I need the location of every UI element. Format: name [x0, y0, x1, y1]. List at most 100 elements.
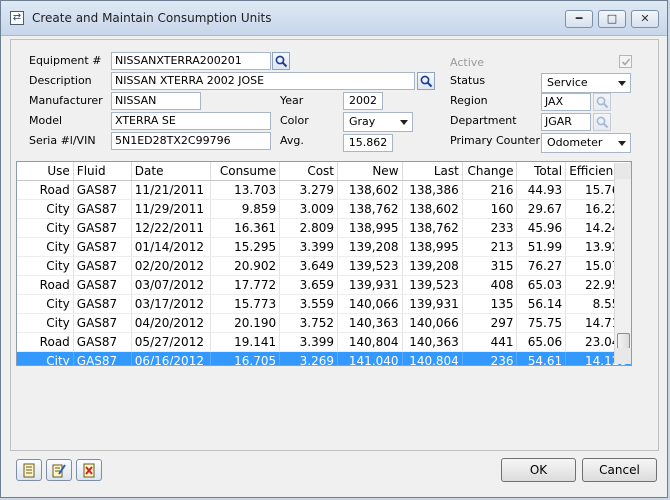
cell-consume[interactable]: 17.772: [210, 275, 281, 295]
year-field[interactable]: 2002: [343, 92, 383, 110]
status-dropdown[interactable]: Service: [541, 73, 631, 93]
cell-new[interactable]: 140,363: [337, 313, 403, 333]
column-header-date[interactable]: Date: [131, 162, 212, 181]
cell-total[interactable]: 76.27: [516, 256, 567, 276]
cell-change[interactable]: 160: [462, 199, 518, 219]
table-row[interactable]: City GAS87 12/22/2011 16.361 2.809 138,995 138…: [17, 218, 631, 238]
cell-fluid[interactable]: GAS87: [73, 275, 132, 295]
column-header-last[interactable]: Last: [402, 162, 463, 181]
cell-last[interactable]: 138,602: [402, 199, 463, 219]
cell-change[interactable]: 236: [462, 351, 518, 365]
color-dropdown[interactable]: Gray: [343, 112, 413, 132]
cell-consume[interactable]: 16.705: [210, 351, 281, 365]
cell-cost[interactable]: 3.649: [279, 256, 338, 276]
cell-change[interactable]: 315: [462, 256, 518, 276]
cell-date[interactable]: 01/14/2012: [131, 237, 212, 257]
cell-fluid[interactable]: GAS87: [73, 351, 132, 365]
column-header-new[interactable]: New: [337, 162, 403, 181]
cell-consume[interactable]: 20.190: [210, 313, 281, 333]
cell-cost[interactable]: 3.659: [279, 275, 338, 295]
minimize-button[interactable]: ━: [565, 10, 593, 28]
consumption-grid[interactable]: Use Fluid Date Consume Cost New Last Cha…: [16, 161, 632, 366]
cell-cost[interactable]: 2.809: [279, 218, 338, 238]
edit-notes-button[interactable]: [46, 459, 72, 481]
cell-fluid[interactable]: GAS87: [73, 180, 132, 200]
department-field[interactable]: JGAR: [541, 113, 591, 131]
cell-new[interactable]: 140,804: [337, 332, 403, 352]
cell-last[interactable]: 140,066: [402, 313, 463, 333]
cell-date[interactable]: 06/16/2012: [131, 351, 212, 365]
cell-total[interactable]: 29.67: [516, 199, 567, 219]
scroll-down-button[interactable]: [615, 348, 631, 364]
cell-consume[interactable]: 19.141: [210, 332, 281, 352]
cell-last[interactable]: 140,804: [402, 351, 463, 365]
cell-cost[interactable]: 3.559: [279, 294, 338, 314]
cell-fluid[interactable]: GAS87: [73, 256, 132, 276]
cell-last[interactable]: 140,363: [402, 332, 463, 352]
maximize-button[interactable]: □: [598, 10, 626, 28]
cell-consume[interactable]: 16.361: [210, 218, 281, 238]
app-icon[interactable]: ⇄: [10, 11, 24, 25]
cell-total[interactable]: 56.14: [516, 294, 567, 314]
equipment-field[interactable]: NISSANXTERRA200201: [111, 52, 271, 70]
cell-use[interactable]: City: [17, 199, 74, 219]
cell-date[interactable]: 02/20/2012: [131, 256, 212, 276]
grid-vertical-scrollbar[interactable]: [614, 163, 631, 364]
cell-total[interactable]: 51.99: [516, 237, 567, 257]
table-row[interactable]: Road GAS87 11/21/2011 13.703 3.279 138,602 138…: [17, 180, 631, 200]
table-row[interactable]: City GAS87 03/17/2012 15.773 3.559 140,066 139…: [17, 294, 631, 314]
scroll-thumb[interactable]: [617, 333, 630, 349]
cell-total[interactable]: 65.06: [516, 332, 567, 352]
cell-new[interactable]: 141,040: [337, 351, 403, 365]
model-field[interactable]: XTERRA SE: [111, 112, 271, 130]
cell-fluid[interactable]: GAS87: [73, 313, 132, 333]
cell-last[interactable]: 139,523: [402, 275, 463, 295]
description-field[interactable]: NISSAN XTERRA 2002 JOSE: [111, 72, 415, 90]
cell-fluid[interactable]: GAS87: [73, 332, 132, 352]
cell-new[interactable]: 139,523: [337, 256, 403, 276]
cell-new[interactable]: 138,762: [337, 199, 403, 219]
cancel-button[interactable]: Cancel: [582, 458, 657, 482]
cell-new[interactable]: 138,995: [337, 218, 403, 238]
cell-consume[interactable]: 13.703: [210, 180, 281, 200]
cell-date[interactable]: 05/27/2012: [131, 332, 212, 352]
table-row[interactable]: City GAS87 06/16/2012 16.705 3.269 141,040 140…: [17, 351, 631, 365]
cell-new[interactable]: 138,602: [337, 180, 403, 200]
table-row[interactable]: City GAS87 01/14/2012 15.295 3.399 139,208 138…: [17, 237, 631, 257]
cell-fluid[interactable]: GAS87: [73, 294, 132, 314]
notes-button[interactable]: [16, 459, 42, 481]
cell-use[interactable]: City: [17, 256, 74, 276]
cell-new[interactable]: 140,066: [337, 294, 403, 314]
cell-last[interactable]: 138,762: [402, 218, 463, 238]
cell-change[interactable]: 441: [462, 332, 518, 352]
cell-date[interactable]: 03/17/2012: [131, 294, 212, 314]
column-header-cost[interactable]: Cost: [279, 162, 338, 181]
cell-fluid[interactable]: GAS87: [73, 237, 132, 257]
cell-consume[interactable]: 20.902: [210, 256, 281, 276]
equipment-search-button[interactable]: [272, 52, 290, 70]
column-header-consume[interactable]: Consume: [210, 162, 281, 181]
primary-counter-dropdown[interactable]: Odometer: [541, 133, 631, 153]
cell-change[interactable]: 216: [462, 180, 518, 200]
cell-last[interactable]: 138,995: [402, 237, 463, 257]
cell-date[interactable]: 03/07/2012: [131, 275, 212, 295]
cell-fluid[interactable]: GAS87: [73, 218, 132, 238]
department-search-button[interactable]: [593, 113, 611, 131]
column-header-use[interactable]: Use: [17, 162, 74, 181]
cell-change[interactable]: 135: [462, 294, 518, 314]
cell-total[interactable]: 44.93: [516, 180, 567, 200]
cell-date[interactable]: 12/22/2011: [131, 218, 212, 238]
cell-use[interactable]: Road: [17, 332, 74, 352]
cell-cost[interactable]: 3.399: [279, 332, 338, 352]
cell-new[interactable]: 139,931: [337, 275, 403, 295]
cell-date[interactable]: 11/29/2011: [131, 199, 212, 219]
cell-use[interactable]: City: [17, 218, 74, 238]
column-header-change[interactable]: Change: [462, 162, 518, 181]
table-row[interactable]: City GAS87 02/20/2012 20.902 3.649 139,523 139…: [17, 256, 631, 276]
cell-use[interactable]: City: [17, 294, 74, 314]
column-header-fluid[interactable]: Fluid: [73, 162, 132, 181]
cell-cost[interactable]: 3.269: [279, 351, 338, 365]
description-search-button[interactable]: [417, 72, 435, 90]
manufacturer-field[interactable]: NISSAN: [111, 92, 201, 110]
column-header-total[interactable]: Total: [516, 162, 567, 181]
